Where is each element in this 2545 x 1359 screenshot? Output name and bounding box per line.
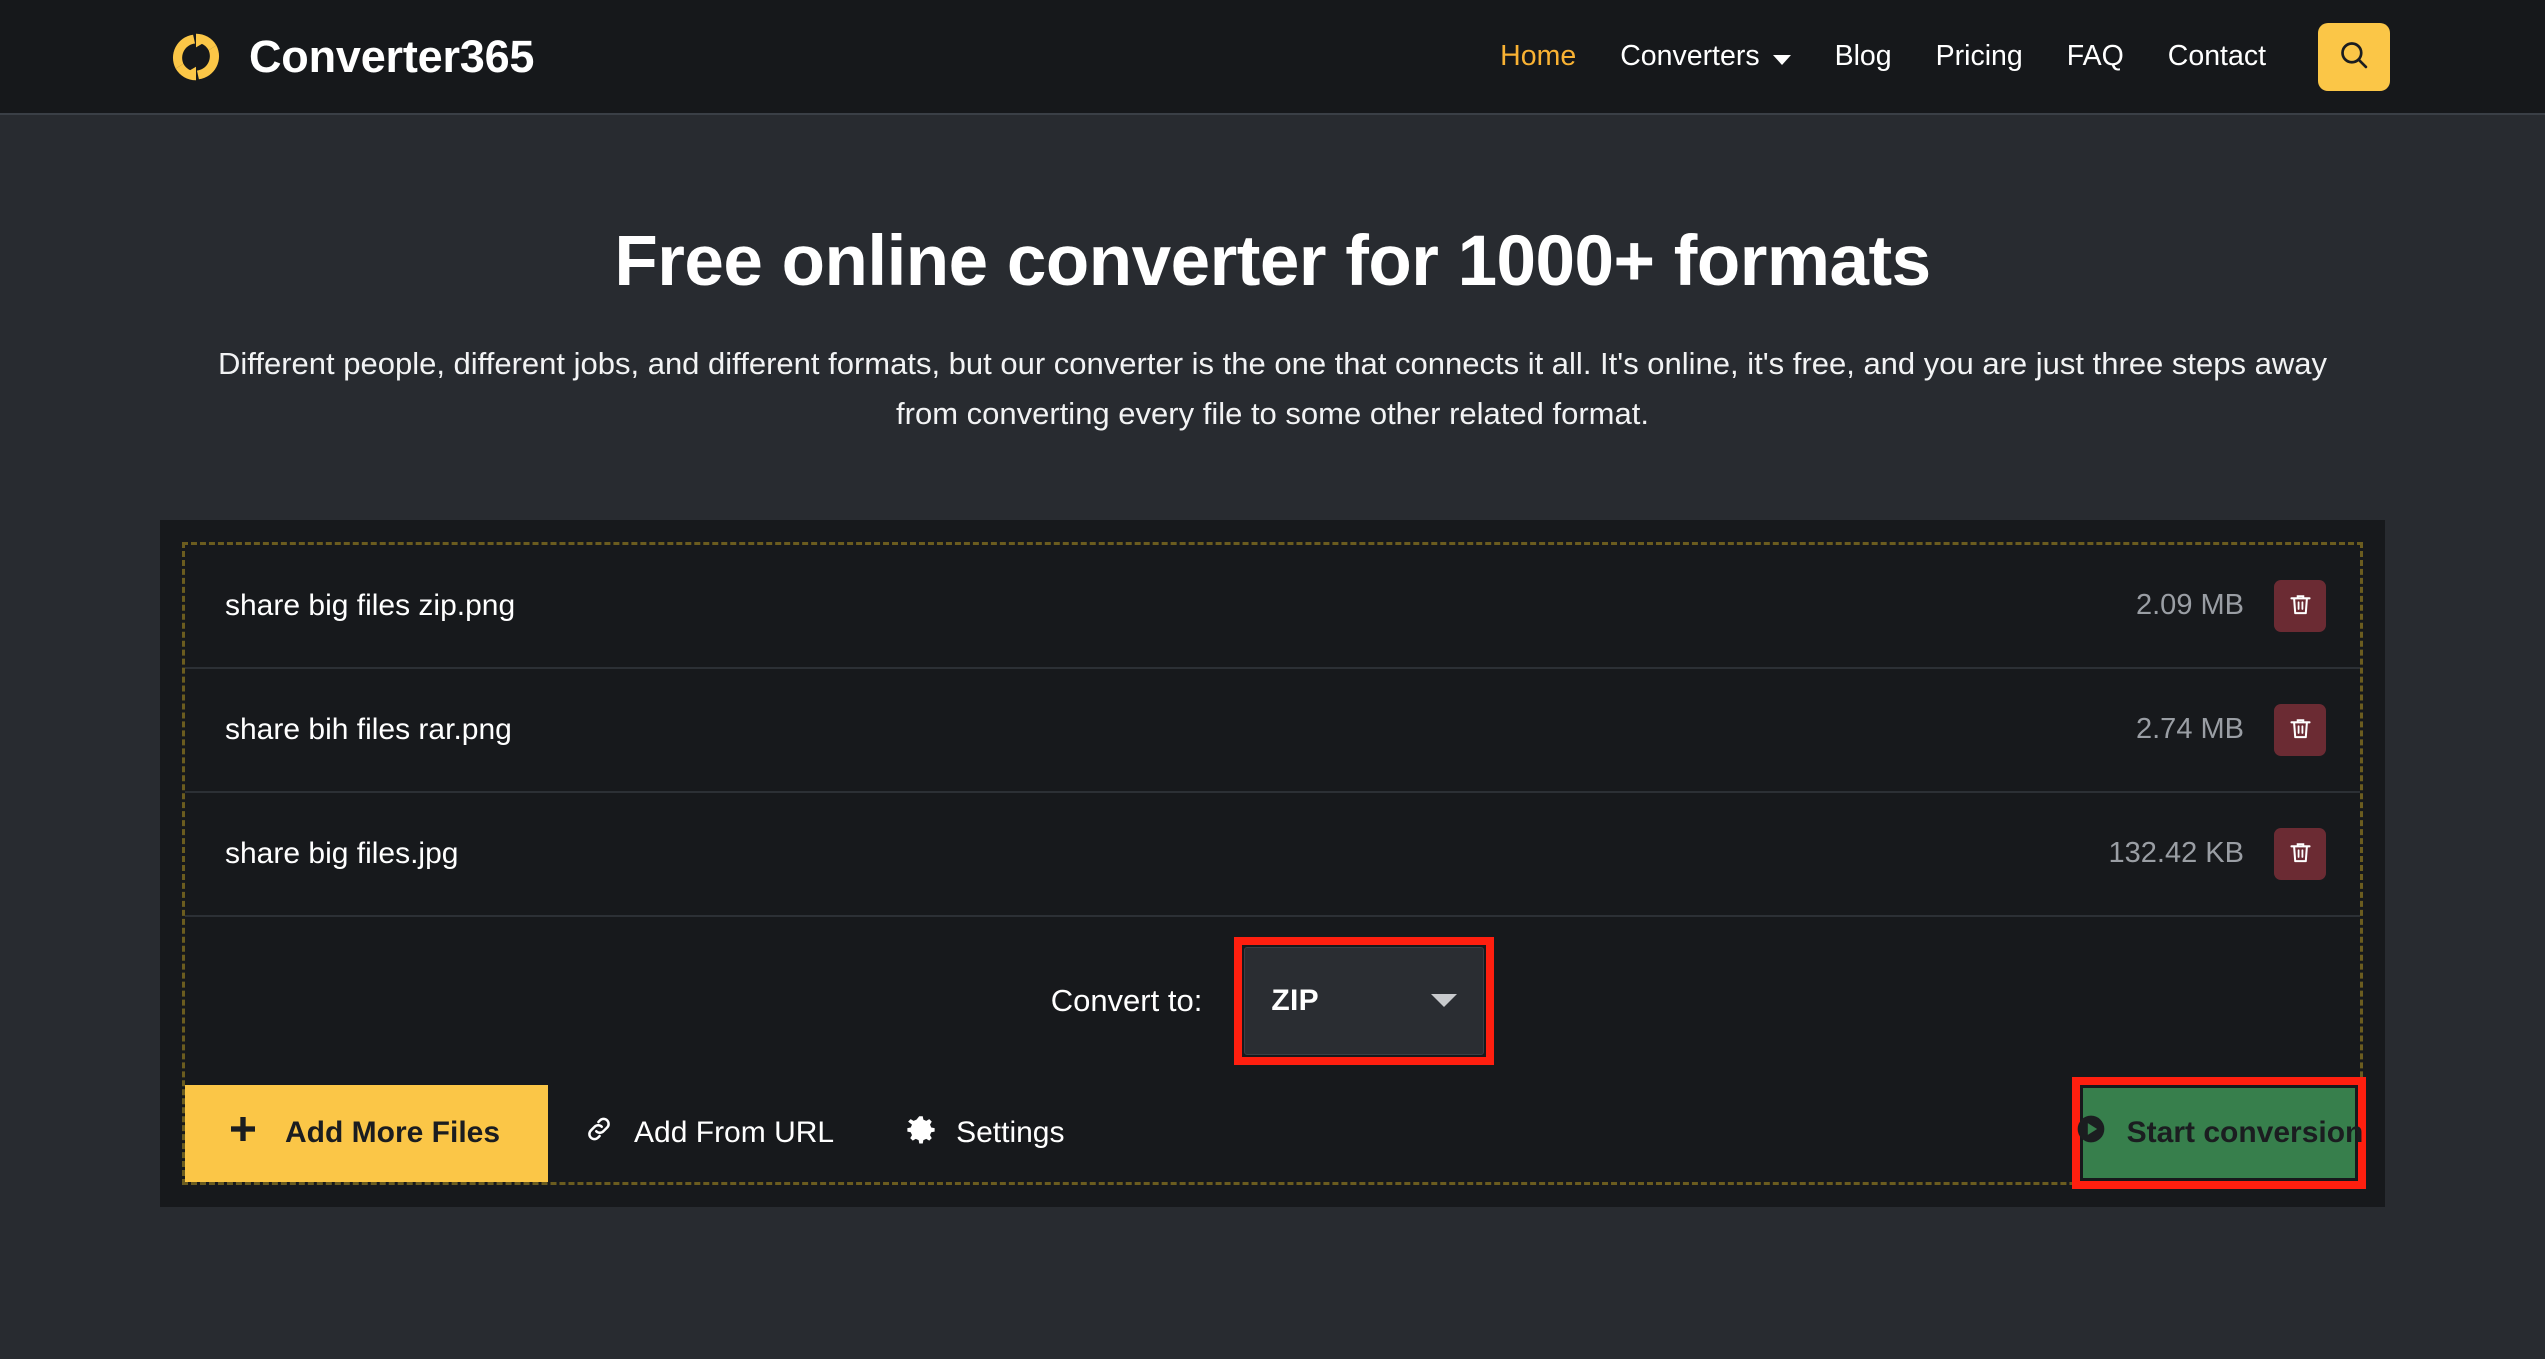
converter-panel-wrap: share big files zip.png 2.09 MB share bi…: [0, 519, 2545, 1207]
search-button[interactable]: [2318, 22, 2390, 91]
add-from-url-label: Add From URL: [634, 1116, 835, 1150]
main-navigation: Home Converters Blog Pricing FAQ Contact: [1478, 22, 2390, 91]
file-name: share bih files rar.png: [225, 712, 512, 746]
start-conversion-label: Start conversion: [2126, 1116, 2364, 1150]
hero-subtitle: Different people, different jobs, and di…: [218, 346, 2327, 432]
table-row: share bih files rar.png 2.74 MB: [185, 669, 2360, 793]
chevron-down-icon: [1772, 54, 1791, 65]
settings-button[interactable]: Settings: [870, 1085, 1100, 1182]
file-name: share big files zip.png: [225, 588, 516, 622]
plus-icon: [227, 1113, 259, 1153]
brand-logo-link[interactable]: Converter365: [165, 26, 534, 88]
trash-icon: [2287, 839, 2314, 869]
nav-label: Blog: [1834, 40, 1892, 72]
format-select[interactable]: ZIP: [1244, 946, 1485, 1055]
play-circle-icon: [2075, 1113, 2107, 1153]
start-conversion-button[interactable]: Start conversion: [2077, 1088, 2363, 1179]
convert-to-label: Convert to:: [1050, 982, 1203, 1018]
file-size: 2.09 MB: [2136, 589, 2244, 622]
file-name: share big files.jpg: [225, 836, 459, 870]
delete-file-button[interactable]: [2274, 703, 2326, 756]
file-size: 2.74 MB: [2136, 713, 2244, 746]
annotation-box-format-select: ZIP: [1234, 936, 1495, 1065]
settings-label: Settings: [956, 1116, 1065, 1150]
table-row: share big files.jpg 132.42 KB: [185, 793, 2360, 917]
nav-label: FAQ: [2066, 40, 2124, 72]
nav-item-contact[interactable]: Contact: [2146, 40, 2288, 73]
brand-name: Converter365: [249, 30, 535, 82]
file-size: 132.42 KB: [2108, 837, 2244, 870]
nav-item-blog[interactable]: Blog: [1813, 40, 1914, 73]
action-bar: Add More Files Add From URL Settings Sta…: [185, 1077, 2366, 1190]
search-icon: [2337, 38, 2371, 75]
chevron-down-icon: [1431, 994, 1458, 1008]
annotation-box-start-conversion: Start conversion: [2072, 1077, 2366, 1190]
add-more-files-label: Add More Files: [285, 1116, 501, 1150]
delete-file-button[interactable]: [2274, 579, 2326, 632]
link-icon: [584, 1114, 614, 1152]
nav-item-converters[interactable]: Converters: [1598, 40, 1812, 73]
nav-item-pricing[interactable]: Pricing: [1914, 40, 2045, 73]
converter-panel: share big files zip.png 2.09 MB share bi…: [160, 519, 2385, 1207]
nav-label: Contact: [2167, 40, 2266, 72]
gear-icon: [906, 1114, 936, 1152]
nav-label: Home: [1500, 40, 1577, 72]
trash-icon: [2287, 591, 2314, 621]
delete-file-button[interactable]: [2274, 827, 2326, 880]
nav-label: Converters: [1620, 40, 1760, 72]
site-header: Converter365 Home Converters Blog Pricin…: [0, 0, 2545, 115]
convert-to-row: Convert to: ZIP: [185, 917, 2360, 1085]
start-conversion-wrap: Start conversion: [2072, 1077, 2366, 1190]
nav-item-home[interactable]: Home: [1478, 40, 1598, 73]
add-more-files-button[interactable]: Add More Files: [185, 1084, 549, 1182]
nav-item-faq[interactable]: FAQ: [2045, 40, 2146, 73]
table-row: share big files zip.png 2.09 MB: [185, 545, 2360, 669]
hero-section: Free online converter for 1000+ formats …: [0, 115, 2545, 440]
page-title: Free online converter for 1000+ formats: [614, 222, 1931, 301]
add-from-url-button[interactable]: Add From URL: [548, 1085, 870, 1182]
file-dropzone[interactable]: share big files zip.png 2.09 MB share bi…: [182, 541, 2366, 1190]
nav-label: Pricing: [1935, 40, 2023, 72]
sync-refresh-icon: [165, 26, 227, 88]
trash-icon: [2287, 715, 2314, 745]
